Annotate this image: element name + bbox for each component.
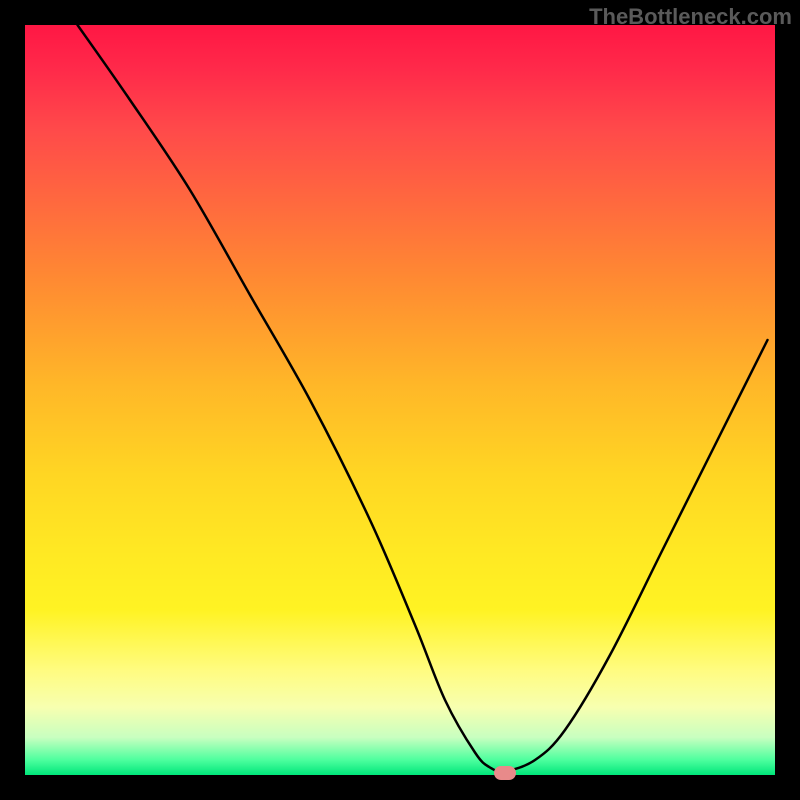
bottleneck-curve bbox=[25, 25, 775, 775]
chart-frame: TheBottleneck.com bbox=[0, 0, 800, 800]
plot-area bbox=[25, 25, 775, 775]
optimum-marker bbox=[494, 766, 516, 780]
